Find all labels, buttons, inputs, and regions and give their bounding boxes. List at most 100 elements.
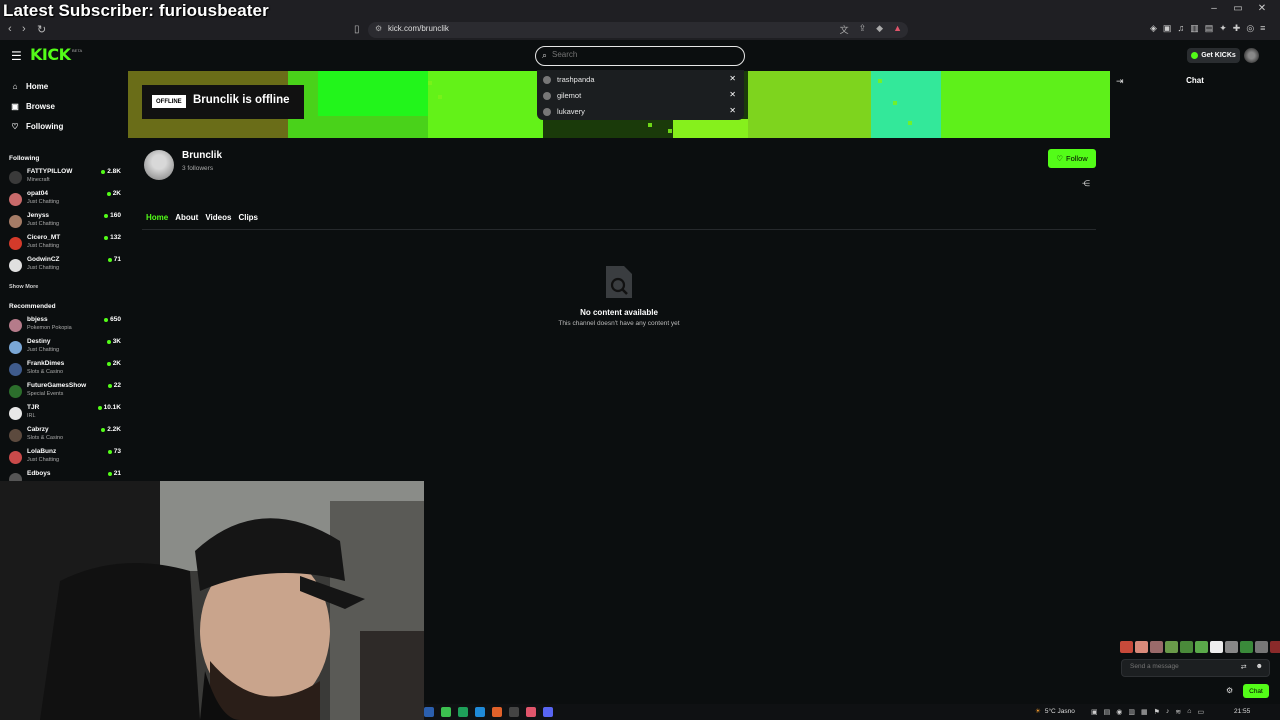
search-history-item[interactable]: gilemot ✕: [537, 89, 744, 105]
back-icon[interactable]: ‹: [8, 23, 12, 35]
tray-icon[interactable]: ▣: [1091, 708, 1098, 716]
forward-icon[interactable]: ›: [22, 23, 26, 35]
wallet-icon[interactable]: ▣: [1163, 23, 1172, 34]
app-icon[interactable]: [441, 707, 451, 717]
app-icon[interactable]: [458, 707, 468, 717]
sidebar-channel-row[interactable]: bbjess Pokemon Pokopia 650: [9, 315, 121, 335]
address-bar[interactable]: ⚙ kick.com/brunclik 文 ⇪ ◆ ▲: [368, 22, 908, 38]
ai-icon[interactable]: ✦: [1219, 23, 1227, 34]
search-input[interactable]: [552, 50, 732, 59]
url-text[interactable]: kick.com/brunclik: [388, 24, 449, 33]
remove-history-icon[interactable]: ✕: [729, 74, 736, 83]
sidebar-item-following[interactable]: ♡ Following: [10, 118, 63, 134]
remove-history-icon[interactable]: ✕: [729, 106, 736, 115]
tray-icon[interactable]: ≋: [1175, 708, 1181, 716]
music-icon[interactable]: ♫: [1177, 23, 1184, 34]
sidebar-channel-row[interactable]: FrankDimes Slots & Casino 2K: [9, 359, 121, 379]
emote-icon[interactable]: [1270, 641, 1280, 653]
emote-icon[interactable]: [1225, 641, 1238, 653]
tabs-icon[interactable]: ▤: [1205, 23, 1214, 34]
tray-icon[interactable]: ⌂: [1187, 708, 1191, 716]
emote-icon[interactable]: [1180, 641, 1193, 653]
menu-icon[interactable]: ≡: [1260, 23, 1265, 34]
search-history-item[interactable]: trashpanda ✕: [537, 73, 744, 89]
emote-icon[interactable]: [1150, 641, 1163, 653]
app-icon[interactable]: [492, 707, 502, 717]
sidebar-item-home[interactable]: ⌂ Home: [10, 78, 49, 94]
emote-icon[interactable]: [1165, 641, 1178, 653]
hamburger-menu-icon[interactable]: ☰: [11, 49, 22, 63]
emote-icon[interactable]: [1135, 641, 1148, 653]
emote-icon[interactable]: [1210, 641, 1223, 653]
sidebar-channel-row[interactable]: opat04 Just Chatting 2K: [9, 189, 121, 209]
tray-icon[interactable]: ▦: [1141, 708, 1148, 716]
app-icon[interactable]: [543, 707, 553, 717]
sidebar-channel-row[interactable]: LolaBunz Just Chatting 73: [9, 447, 121, 467]
search-box[interactable]: ⌕: [535, 46, 745, 66]
user-avatar[interactable]: [1244, 48, 1259, 63]
translate-icon[interactable]: 文: [840, 23, 849, 36]
extension-icon[interactable]: ◈: [1150, 23, 1157, 34]
profile-shield-icon[interactable]: ◎: [1246, 23, 1254, 34]
puzzle-icon[interactable]: ✚: [1233, 23, 1241, 34]
shield-icon[interactable]: ◆: [876, 23, 883, 36]
viewer-count: 132: [104, 234, 121, 241]
sidebar-toggle-icon[interactable]: ▥: [1190, 23, 1199, 34]
app-icon[interactable]: [526, 707, 536, 717]
sidebar-channel-row[interactable]: Cabrzy Slots & Casino 2.2K: [9, 425, 121, 445]
app-icon[interactable]: [424, 707, 434, 717]
rewards-icon[interactable]: ▲: [893, 23, 902, 36]
emoji-icon[interactable]: ☻: [1256, 663, 1263, 671]
empty-state-subtitle: This channel doesn't have any content ye…: [558, 320, 680, 327]
viewer-count-text: 73: [113, 448, 121, 455]
chat-settings-icon[interactable]: ⚙: [1226, 686, 1233, 695]
sidebar-channel-row[interactable]: FATTYPILLOW Minecraft 2.8K: [9, 167, 121, 187]
app-icon[interactable]: [509, 707, 519, 717]
sidebar-channel-row[interactable]: TJR IRL 10.1K: [9, 403, 121, 423]
tab-about[interactable]: About: [175, 213, 198, 222]
kick-logo[interactable]: KICK: [30, 45, 71, 64]
maximize-button[interactable]: ▭: [1226, 3, 1250, 14]
close-window-button[interactable]: ✕: [1250, 3, 1274, 14]
emote-icon[interactable]: [1255, 641, 1268, 653]
follow-button[interactable]: ♡ Follow: [1048, 149, 1096, 168]
tray-icon[interactable]: ▭: [1198, 708, 1205, 716]
search-history-item[interactable]: lukavery ✕: [537, 105, 744, 121]
reload-icon[interactable]: ↻: [37, 23, 46, 36]
tray-icon[interactable]: ⚑: [1154, 708, 1160, 716]
app-icon[interactable]: [475, 707, 485, 717]
tray-icon[interactable]: ♪: [1166, 708, 1170, 716]
weather-widget[interactable]: ☀ 5°C Jasno: [1035, 707, 1075, 716]
channel-name: GodwinCZ: [27, 256, 60, 263]
minimize-button[interactable]: –: [1202, 3, 1226, 14]
chat-message-input[interactable]: [1130, 663, 1230, 670]
sidebar-channel-row[interactable]: Jenyss Just Chatting 160: [9, 211, 121, 231]
sidebar-channel-row[interactable]: Destiny Just Chatting 3K: [9, 337, 121, 357]
sidebar-channel-row[interactable]: GodwinCZ Just Chatting 71: [9, 255, 121, 275]
sidebar-item-browse[interactable]: ▣ Browse: [10, 98, 55, 114]
get-kicks-button[interactable]: Get KICKs: [1187, 48, 1240, 63]
emote-icon[interactable]: [1195, 641, 1208, 653]
kicks-icon[interactable]: ⇄: [1241, 663, 1247, 671]
tray-icon[interactable]: ▤: [1104, 708, 1111, 716]
tab-videos[interactable]: Videos: [205, 213, 231, 222]
site-info-icon[interactable]: ⚙: [375, 24, 382, 33]
sidebar-channel-row[interactable]: FutureGamesShow Special Events 22: [9, 381, 121, 401]
chat-input-box[interactable]: ⇄ ☻: [1121, 659, 1270, 677]
emote-icon[interactable]: [1120, 641, 1133, 653]
collapse-chat-icon[interactable]: ⇥: [1116, 76, 1124, 87]
tray-icon[interactable]: ◉: [1116, 708, 1122, 716]
channel-name[interactable]: Brunclik: [182, 150, 222, 161]
bookmark-icon[interactable]: ▯: [354, 24, 360, 35]
sidebar-channel-row[interactable]: Cicero_MT Just Chatting 132: [9, 233, 121, 253]
share-page-icon[interactable]: ⇪: [859, 23, 867, 36]
emote-icon[interactable]: [1240, 641, 1253, 653]
remove-history-icon[interactable]: ✕: [729, 90, 736, 99]
tray-icon[interactable]: ▥: [1128, 708, 1135, 716]
show-more-link[interactable]: Show More: [9, 284, 38, 290]
tab-home[interactable]: Home: [146, 213, 168, 222]
share-icon[interactable]: ⋲: [1082, 179, 1090, 188]
channel-avatar[interactable]: [144, 150, 174, 180]
chat-send-button[interactable]: Chat: [1243, 684, 1269, 698]
tab-clips[interactable]: Clips: [238, 213, 258, 222]
